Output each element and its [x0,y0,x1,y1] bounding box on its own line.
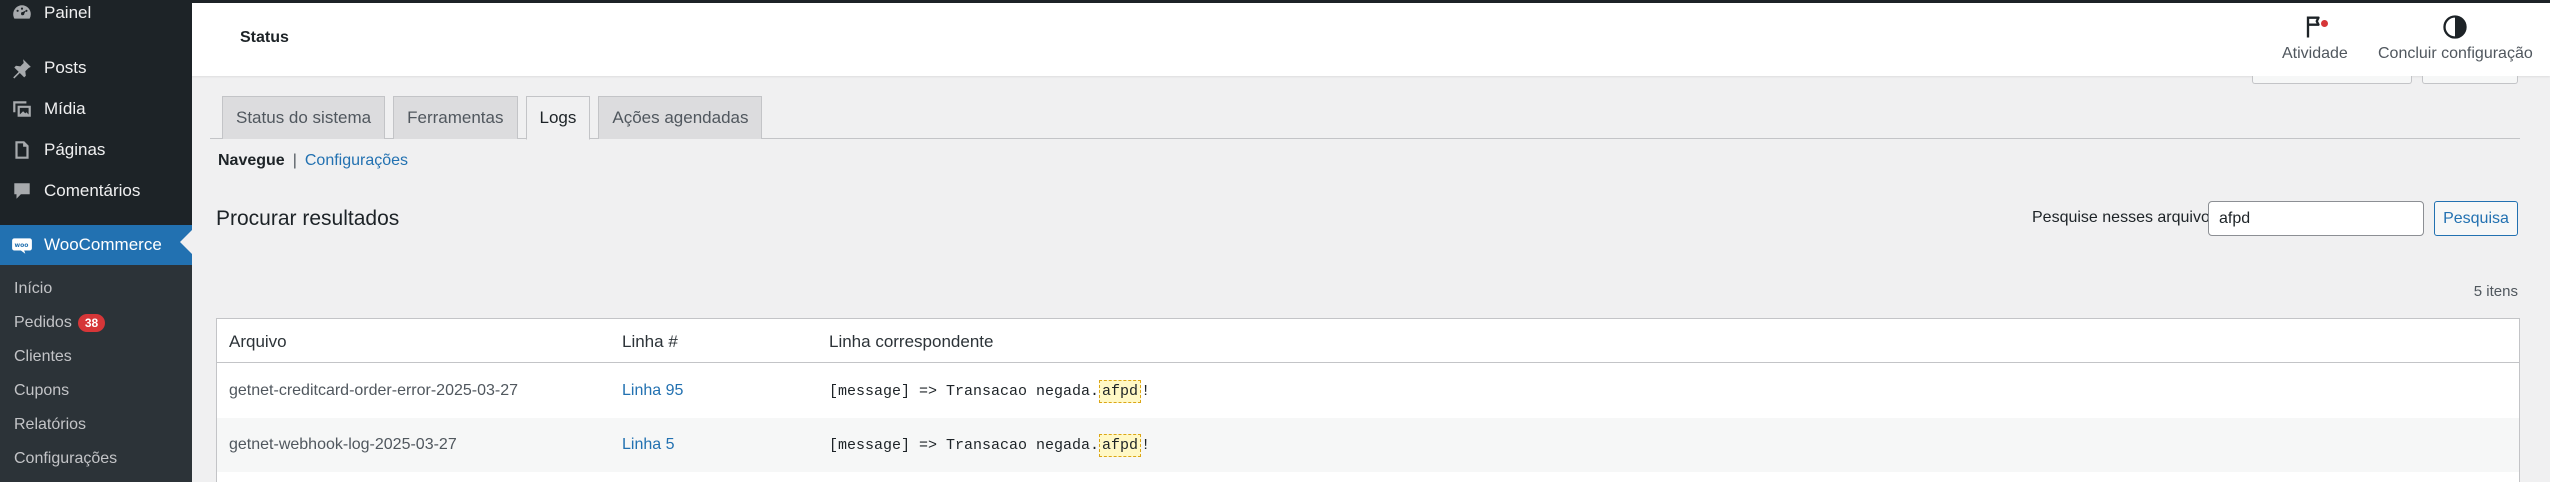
page-title: Status [240,29,289,46]
match-suffix: ! [1141,383,1151,400]
pages-icon [8,136,36,164]
row-line-link[interactable]: Linha 5 [622,436,675,454]
match-prefix: [message] => Transacao negada. [829,437,1100,454]
pin-icon [8,54,36,82]
submenu-item-label: Relatórios [14,416,87,433]
table-row: getnet-creditcard-order-error-2025-03-27… [217,364,2519,418]
screen-options-tab[interactable] [2252,76,2412,84]
results-count: 5 itens [2473,283,2518,300]
column-header-line: Linha # [622,332,678,351]
row-match: [message] => Transacao negada. afpd! [829,380,1150,403]
svg-text:woo: woo [15,242,29,249]
orders-count-badge: 38 [77,314,106,332]
subnav-current: Navegue [218,152,285,169]
match-highlight: afpd [1099,380,1142,403]
sidebar-item-label: Posts [44,58,87,77]
submenu-item-label: Pedidos [14,314,72,331]
table-row: getnet-webhook-log-2025-03-27 Linha 5 [m… [217,418,2519,472]
tab-status-do-sistema[interactable]: Status do sistema [222,96,386,139]
comments-icon [8,177,36,205]
finish-setup-button[interactable]: Concluir configuração [2378,13,2533,63]
admin-sidebar: Painel Posts Mídia Páginas Comentários w… [0,0,192,482]
media-icon [8,95,36,123]
subnav-settings-link[interactable]: Configurações [305,152,408,170]
sidebar-item-comentarios[interactable]: Comentários [0,171,192,211]
dashboard-icon [8,0,36,27]
flag-icon [2306,16,2320,38]
activity-label: Atividade [2282,45,2348,62]
sidebar-item-painel[interactable]: Painel [0,0,192,33]
submenu-item-relatorios[interactable]: Relatórios [14,413,86,437]
activity-notification-dot [2320,20,2328,27]
submenu-item-configuracoes[interactable]: Configurações [14,447,117,471]
woocommerce-submenu: Início Pedidos 38 Clientes Cupons Relatór… [0,265,192,482]
sidebar-item-label: Comentários [44,181,141,200]
submenu-item-cupons[interactable]: Cupons [14,379,69,403]
sidebar-item-woocommerce[interactable]: woo WooCommerce [0,225,192,265]
woocommerce-icon: woo [8,231,36,259]
finish-setup-label: Concluir configuração [2378,45,2533,62]
sidebar-item-label: Painel [44,3,92,22]
half-circle-icon [2443,15,2468,39]
search-label: Pesquise nesses arquivos [2032,209,2218,226]
search-input[interactable] [2208,201,2424,236]
sidebar-item-label: Mídia [44,99,86,118]
submenu-item-pedidos[interactable]: Pedidos 38 [14,311,106,335]
activity-button[interactable]: Atividade [2282,13,2348,63]
page-header: Status Atividade Concluir configuração [192,3,2550,76]
column-header-match: Linha correspondente [829,332,994,351]
row-line-link[interactable]: Linha 95 [622,382,683,400]
help-tab[interactable] [2422,76,2518,84]
search-button[interactable]: Pesquisa [2434,201,2518,236]
subnav-separator: | [292,152,297,169]
row-file: getnet-creditcard-order-error-2025-03-27 [229,382,519,399]
row-match: [message] => Transacao negada. afpd! [829,434,1150,457]
match-prefix: [message] => Transacao negada. [829,383,1100,400]
submenu-item-inicio[interactable]: Início [14,277,52,301]
sidebar-item-label: WooCommerce [44,235,162,254]
search-results-table: Arquivo Linha # Linha correspondente get… [216,318,2520,482]
tab-ferramentas[interactable]: Ferramentas [393,96,518,139]
submenu-item-label: Clientes [14,348,72,365]
tab-logs[interactable]: Logs [525,96,591,140]
submenu-item-label: Início [14,280,53,297]
match-highlight: afpd [1099,434,1142,457]
active-menu-arrow [180,230,192,254]
search-results-title: Procurar resultados [216,207,400,230]
row-file: getnet-webhook-log-2025-03-27 [229,436,457,453]
submenu-item-label: Cupons [14,382,70,399]
status-tabs: Status do sistema Ferramentas Logs Ações… [222,96,770,140]
submenu-item-label: Configurações [14,450,118,467]
sidebar-item-label: Páginas [44,140,106,159]
match-suffix: ! [1141,437,1151,454]
sidebar-item-midia[interactable]: Mídia [0,89,192,129]
column-header-file: Arquivo [229,332,287,351]
submenu-item-clientes[interactable]: Clientes [14,345,72,369]
sidebar-item-paginas[interactable]: Páginas [0,130,192,170]
logs-subnav: Navegue | Configurações [218,152,408,170]
sidebar-item-posts[interactable]: Posts [0,48,192,88]
tab-acoes-agendadas[interactable]: Ações agendadas [598,96,763,139]
table-header: Arquivo Linha # Linha correspondente [217,319,2519,363]
